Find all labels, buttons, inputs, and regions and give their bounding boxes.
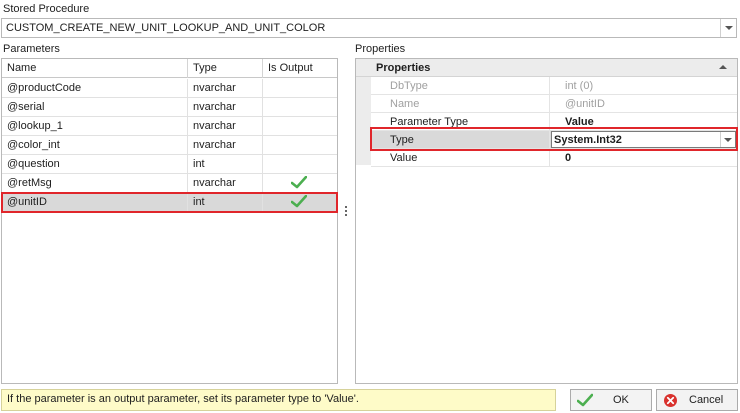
column-header-is-output[interactable]: Is Output: [263, 59, 337, 78]
param-is-output[interactable]: [263, 155, 337, 173]
property-value[interactable]: 0: [550, 149, 737, 166]
chevron-down-icon: [724, 138, 732, 142]
type-dropdown-button[interactable]: [720, 132, 735, 147]
property-value[interactable]: Value: [550, 113, 737, 130]
table-row-selected[interactable]: @unitID int: [2, 193, 337, 212]
checkmark-icon: [291, 176, 307, 189]
stored-procedure-label: Stored Procedure: [3, 3, 90, 15]
param-is-output[interactable]: [263, 117, 337, 135]
cancel-icon: [664, 394, 677, 407]
table-row[interactable]: @lookup_1 nvarchar: [2, 117, 337, 136]
param-type: int: [188, 155, 263, 173]
property-name: Value: [371, 149, 550, 166]
checkmark-icon: [577, 393, 593, 407]
column-header-name[interactable]: Name: [2, 59, 188, 78]
properties-label: Properties: [355, 43, 406, 55]
property-type-value: System.Int32: [554, 134, 622, 146]
param-type: nvarchar: [188, 79, 263, 97]
param-name: @lookup_1: [2, 117, 188, 135]
stored-procedure-dropdown-button[interactable]: [720, 19, 736, 37]
collapse-icon[interactable]: [719, 65, 727, 69]
param-is-output[interactable]: [263, 136, 337, 154]
property-row-parameter-type[interactable]: Parameter Type Value: [371, 113, 737, 131]
property-value: @unitID: [565, 98, 605, 110]
property-value: int (0): [565, 80, 594, 92]
cancel-button-label: Cancel: [689, 394, 724, 406]
table-row[interactable]: @productCode nvarchar: [2, 79, 337, 98]
parameters-grid-header: Name Type Is Output: [2, 59, 337, 78]
property-name: Type: [371, 131, 550, 148]
property-grid[interactable]: Properties DbType int (0) Name @unitID P…: [355, 58, 738, 384]
status-message: If the parameter is an output parameter,…: [1, 389, 556, 411]
checkmark-icon: [291, 195, 307, 208]
ok-button-label: OK: [613, 394, 629, 406]
table-row[interactable]: @serial nvarchar: [2, 98, 337, 117]
param-type: nvarchar: [188, 174, 263, 192]
property-row-name[interactable]: Name @unitID: [371, 95, 737, 113]
param-type: nvarchar: [188, 117, 263, 135]
param-is-output[interactable]: [263, 79, 337, 97]
property-category[interactable]: Properties: [356, 59, 737, 77]
param-name: @color_int: [2, 136, 188, 154]
property-grid-gutter: [356, 77, 371, 165]
cancel-button[interactable]: Cancel: [656, 389, 738, 411]
ok-button[interactable]: OK: [570, 389, 652, 411]
param-name: @unitID: [2, 193, 188, 211]
table-row[interactable]: @color_int nvarchar: [2, 136, 337, 155]
param-name: @productCode: [2, 79, 188, 97]
table-row[interactable]: @question int: [2, 155, 337, 174]
column-header-type[interactable]: Type: [188, 59, 263, 78]
param-type: nvarchar: [188, 98, 263, 116]
param-type: int: [188, 193, 263, 211]
property-row-value[interactable]: Value 0: [371, 149, 737, 167]
stored-procedure-combo[interactable]: CUSTOM_CREATE_NEW_UNIT_LOOKUP_AND_UNIT_C…: [1, 18, 737, 38]
param-is-output[interactable]: [263, 193, 337, 211]
param-is-output[interactable]: [263, 98, 337, 116]
table-row[interactable]: @retMsg nvarchar: [2, 174, 337, 193]
property-row-type[interactable]: Type System.Int32: [371, 131, 737, 149]
property-name: Parameter Type: [371, 113, 550, 130]
chevron-down-icon: [725, 26, 733, 30]
splitter-handle[interactable]: [345, 206, 348, 220]
parameters-grid[interactable]: Name Type Is Output @productCode nvarcha…: [1, 58, 338, 384]
param-type: nvarchar: [188, 136, 263, 154]
property-name: Name: [371, 95, 550, 112]
param-is-output[interactable]: [263, 174, 337, 192]
property-type-editor[interactable]: System.Int32: [551, 131, 736, 148]
param-name: @question: [2, 155, 188, 173]
property-category-title: Properties: [376, 62, 431, 74]
property-row-dbtype[interactable]: DbType int (0): [371, 77, 737, 95]
stored-procedure-value: CUSTOM_CREATE_NEW_UNIT_LOOKUP_AND_UNIT_C…: [6, 22, 326, 34]
property-name: DbType: [371, 77, 550, 94]
param-name: @retMsg: [2, 174, 188, 192]
param-name: @serial: [2, 98, 188, 116]
parameters-label: Parameters: [3, 43, 60, 55]
